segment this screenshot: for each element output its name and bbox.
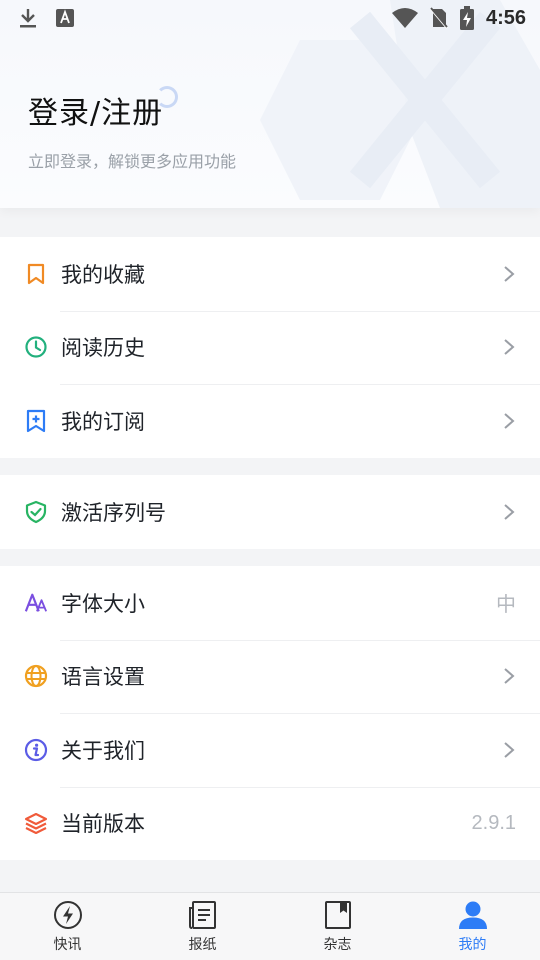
loading-spinner-icon — [156, 86, 178, 108]
version-value: 2.9.1 — [471, 811, 516, 834]
login-register-title[interactable]: 登录/注册 — [28, 88, 163, 132]
menu-item-activate-serial[interactable]: 激活序列号 — [0, 475, 540, 549]
menu-group-content: 我的收藏 阅读历史 我的订阅 — [0, 237, 540, 458]
keyboard-a-icon — [56, 9, 74, 27]
newspaper-icon — [187, 899, 219, 931]
status-time: 4:56 — [485, 6, 526, 29]
tab-newspaper[interactable]: 报纸 — [135, 893, 270, 960]
tab-label: 快讯 — [53, 937, 82, 953]
menu-item-label: 语言设置 — [61, 665, 145, 690]
tab-label: 杂志 — [323, 937, 352, 953]
shield-check-icon — [24, 500, 48, 524]
bookmark-plus-icon — [24, 409, 48, 433]
status-bar: 4:56 — [0, 0, 540, 36]
menu-item-label: 字体大小 — [61, 591, 145, 616]
tab-label: 报纸 — [188, 937, 217, 953]
menu-item-label: 我的订阅 — [61, 409, 145, 434]
battery-charging-icon — [459, 6, 474, 30]
login-subtitle: 立即登录，解锁更多应用功能 — [28, 152, 237, 171]
chevron-right-icon — [504, 503, 515, 520]
menu-item-label: 当前版本 — [61, 812, 145, 837]
menu-group-settings: 字体大小 中 语言设置 关于我们 当前版本 2.9.1 — [0, 566, 540, 860]
menu-item-about-us[interactable]: 关于我们 — [0, 713, 540, 787]
menu-item-label: 关于我们 — [61, 738, 145, 763]
menu-item-current-version[interactable]: 当前版本 2.9.1 — [0, 786, 540, 861]
tab-news-flash[interactable]: 快讯 — [0, 893, 135, 960]
tab-label: 我的 — [458, 937, 487, 953]
chevron-right-icon — [504, 741, 515, 758]
font-size-value: 中 — [496, 592, 516, 617]
download-icon — [20, 9, 36, 28]
magazine-icon — [322, 899, 354, 931]
menu-group-activation: 激活序列号 — [0, 475, 540, 549]
menu-item-language[interactable]: 语言设置 — [0, 639, 540, 714]
globe-icon — [24, 664, 48, 688]
no-sim-icon — [430, 7, 448, 29]
info-icon — [24, 738, 48, 762]
menu-item-label: 我的收藏 — [61, 262, 145, 287]
menu-item-font-size[interactable]: 字体大小 中 — [0, 566, 540, 640]
user-icon — [457, 899, 489, 931]
menu-item-reading-history[interactable]: 阅读历史 — [0, 310, 540, 385]
menu-item-label: 激活序列号 — [61, 500, 166, 525]
chevron-right-icon — [504, 339, 515, 356]
menu-item-label: 阅读历史 — [61, 336, 145, 361]
tab-mine[interactable]: 我的 — [405, 893, 540, 960]
chevron-right-icon — [504, 265, 515, 282]
chevron-right-icon — [504, 412, 515, 429]
clock-icon — [24, 335, 48, 359]
layers-icon — [24, 811, 48, 835]
bottom-tab-bar: 快讯 报纸 杂志 我的 — [0, 892, 540, 960]
bookmark-icon — [24, 262, 48, 286]
menu-item-favorites[interactable]: 我的收藏 — [0, 237, 540, 311]
menu-item-subscriptions[interactable]: 我的订阅 — [0, 384, 540, 458]
tab-magazine[interactable]: 杂志 — [270, 893, 405, 960]
lightning-icon — [52, 899, 84, 931]
chevron-right-icon — [504, 668, 515, 685]
wifi-icon — [391, 8, 418, 28]
font-size-icon — [24, 591, 48, 615]
